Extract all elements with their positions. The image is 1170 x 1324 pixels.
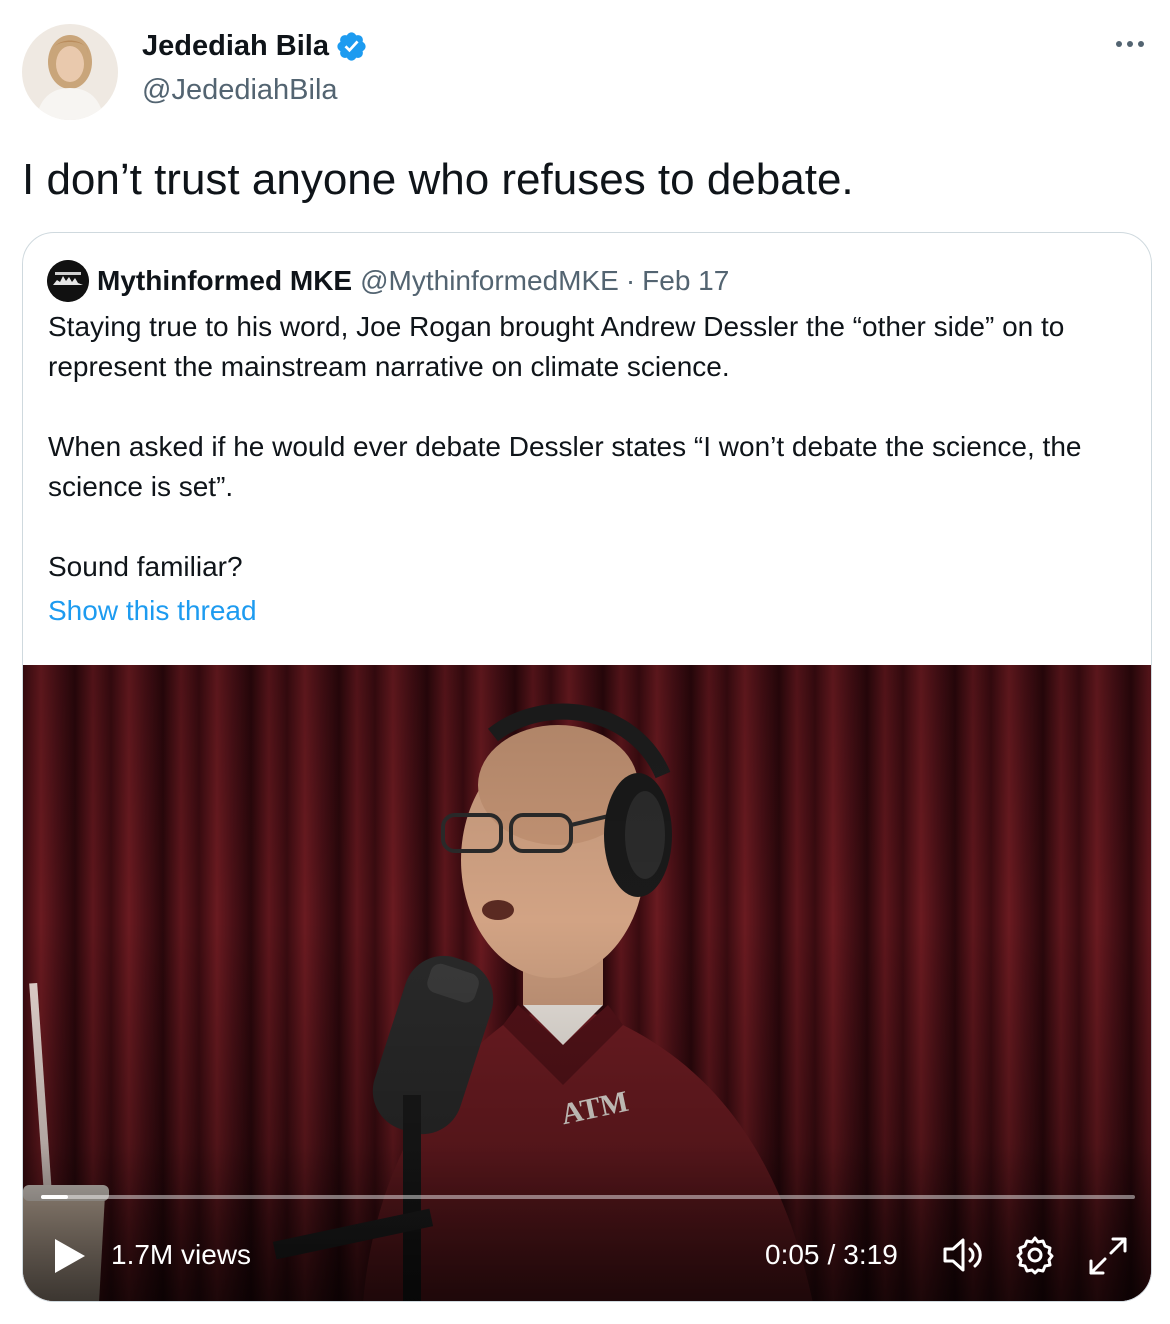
quoted-tweet-card[interactable]: Mythinformed MKE @MythinformedMKE · Feb …	[22, 232, 1152, 1302]
more-options-icon[interactable]	[1112, 32, 1148, 56]
video-progress-fill	[41, 1195, 69, 1199]
author-avatar[interactable]	[22, 24, 118, 120]
show-thread-link[interactable]: Show this thread	[48, 595, 257, 627]
volume-icon[interactable]	[941, 1235, 985, 1275]
tweet-text: I don’t trust anyone who refuses to deba…	[22, 155, 854, 204]
quoted-author-name: Mythinformed MKE	[97, 265, 353, 296]
video-current-time: 0:05	[765, 1239, 820, 1270]
quoted-tweet-header: Mythinformed MKE @MythinformedMKE · Feb …	[47, 260, 730, 302]
video-time-separator: /	[827, 1239, 836, 1270]
play-icon[interactable]	[53, 1237, 87, 1275]
video-player[interactable]: ATM 1.7M views 0:05 / 3:19	[23, 665, 1151, 1301]
quoted-paragraph: Sound familiar?	[48, 551, 243, 582]
video-duration: 3:19	[843, 1239, 898, 1270]
video-controls-gradient	[23, 1143, 1151, 1301]
tweet-header: Jedediah Bila @JedediahBila	[22, 22, 1152, 122]
settings-gear-icon[interactable]	[1015, 1235, 1055, 1275]
quoted-separator: ·	[625, 265, 636, 296]
fullscreen-expand-icon[interactable]	[1087, 1235, 1129, 1277]
quoted-date: Feb 17	[642, 265, 730, 296]
author-name-row: Jedediah Bila	[142, 30, 368, 63]
quoted-author-handle: @MythinformedMKE	[360, 265, 619, 296]
verified-badge-icon	[337, 32, 366, 61]
quoted-tweet-body: Staying true to his word, Joe Rogan brou…	[48, 307, 1128, 587]
author-name[interactable]: Jedediah Bila	[142, 30, 329, 63]
author-handle[interactable]: @JedediahBila	[142, 74, 338, 107]
quoted-author-avatar	[47, 260, 89, 302]
quoted-paragraph: When asked if he would ever debate Dessl…	[48, 431, 1082, 502]
video-progress-bar[interactable]	[41, 1195, 1135, 1199]
view-count: 1.7M views	[111, 1239, 252, 1270]
video-time: 0:05 / 3:19	[765, 1239, 898, 1271]
quoted-paragraph: Staying true to his word, Joe Rogan brou…	[48, 311, 1065, 382]
